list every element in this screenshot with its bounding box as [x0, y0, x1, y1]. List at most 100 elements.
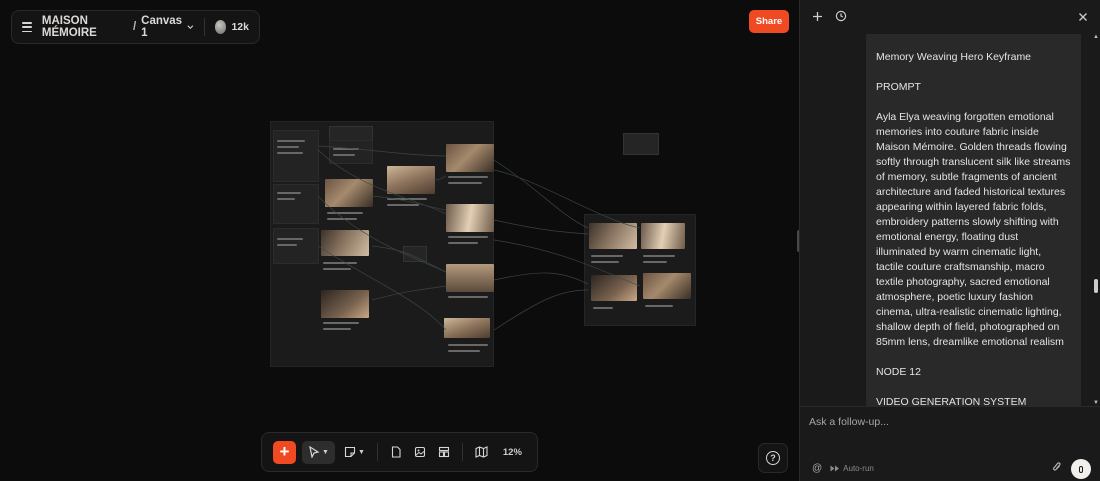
- image-node[interactable]: [321, 290, 369, 318]
- help-icon: ?: [766, 451, 780, 465]
- avatar[interactable]: [214, 20, 227, 34]
- image-node[interactable]: [643, 273, 691, 299]
- text-line: [323, 322, 359, 324]
- text-line: [277, 152, 303, 154]
- chevron-down-icon: ▼: [357, 448, 365, 456]
- divider: [461, 443, 463, 461]
- composer: @ Auto-run: [800, 406, 1100, 481]
- text-line: [448, 236, 488, 238]
- image-node[interactable]: [589, 223, 637, 249]
- video-node[interactable]: [403, 246, 427, 262]
- panel-header: [800, 0, 1100, 34]
- map-button[interactable]: [472, 441, 491, 464]
- text-line: [323, 268, 351, 270]
- text-line: [448, 344, 488, 346]
- text-line: [277, 192, 301, 194]
- text-line: [277, 198, 295, 200]
- text-line: [323, 262, 357, 264]
- image-icon: [414, 446, 425, 458]
- pointer-icon: [309, 446, 320, 458]
- message-section-label: NODE 12: [876, 366, 921, 378]
- divider: [376, 443, 378, 461]
- sticky-note-icon: [344, 446, 355, 458]
- mention-button[interactable]: @: [812, 463, 822, 474]
- text-line: [643, 255, 675, 257]
- autorun-label: Auto-run: [843, 464, 874, 473]
- help-button[interactable]: ?: [758, 443, 788, 473]
- text-line: [277, 238, 303, 240]
- image-node[interactable]: [444, 318, 490, 338]
- text-line: [448, 350, 480, 352]
- text-line: [387, 204, 419, 206]
- image-node[interactable]: [641, 223, 685, 249]
- chevron-down-icon: ▼: [322, 448, 329, 456]
- sticky-note-button[interactable]: ▼: [341, 441, 368, 464]
- scrollbar[interactable]: ▲ ▼: [1093, 34, 1099, 406]
- node-card[interactable]: [329, 140, 373, 164]
- canvas-name: Canvas 1: [141, 15, 183, 39]
- canvas[interactable]: MAISON MÉMOIRE / Canvas 1 12k Share + ▼ …: [0, 0, 799, 481]
- select-tool-button[interactable]: ▼: [302, 440, 335, 464]
- node-group-output[interactable]: [584, 214, 696, 326]
- text-line: [448, 182, 482, 184]
- chevron-down-icon: [187, 25, 194, 30]
- image-node[interactable]: [446, 204, 494, 232]
- node-card[interactable]: [273, 228, 319, 264]
- history-icon[interactable]: [835, 10, 847, 25]
- breadcrumb-separator: /: [132, 21, 137, 33]
- message-section-label: VIDEO GENERATION SYSTEM: [876, 396, 1027, 406]
- document-icon: [391, 446, 401, 458]
- autorun-toggle[interactable]: Auto-run: [830, 464, 874, 473]
- message-prompt-text: Ayla Elya weaving forgotten emotional me…: [876, 111, 1074, 348]
- text-line: [591, 261, 619, 263]
- app: MAISON MÉMOIRE / Canvas 1 12k Share + ▼ …: [0, 0, 1100, 481]
- canvas-selector[interactable]: Canvas 1: [141, 15, 194, 39]
- text-line: [333, 148, 359, 150]
- node-card[interactable]: [273, 184, 319, 224]
- text-line: [327, 212, 363, 214]
- node-card[interactable]: [273, 130, 319, 182]
- text-line: [448, 296, 488, 298]
- add-node-button[interactable]: +: [273, 440, 296, 464]
- image-node[interactable]: [325, 179, 373, 207]
- layout-button[interactable]: [435, 441, 453, 464]
- credits-count: 12k: [231, 21, 249, 33]
- scrollbar-thumb[interactable]: [1094, 279, 1098, 293]
- image-node[interactable]: [446, 144, 494, 172]
- scroll-up-icon[interactable]: ▲: [1093, 34, 1099, 40]
- map-icon: [475, 446, 488, 458]
- image-node[interactable]: [387, 166, 435, 194]
- hamburger-icon[interactable]: [22, 22, 32, 32]
- plus-icon[interactable]: [812, 10, 823, 25]
- text-line: [277, 244, 297, 246]
- image-button[interactable]: [411, 441, 429, 464]
- text-line: [277, 140, 305, 142]
- composer-options: @ Auto-run: [812, 463, 874, 474]
- text-line: [593, 307, 613, 309]
- node-group-main[interactable]: [270, 121, 494, 367]
- text-line: [448, 242, 478, 244]
- text-node[interactable]: [623, 133, 659, 155]
- text-line: [327, 218, 357, 220]
- paperclip-icon[interactable]: [1052, 461, 1062, 476]
- project-name[interactable]: MAISON MÉMOIRE: [42, 15, 128, 39]
- image-node[interactable]: [591, 275, 637, 301]
- image-node[interactable]: [446, 264, 494, 292]
- bottom-toolbar: + ▼ ▼ 12%: [261, 432, 538, 472]
- message-list[interactable]: Memory Weaving Hero Keyframe PROMPT Ayla…: [800, 34, 1100, 406]
- share-button[interactable]: Share: [749, 10, 789, 33]
- zoom-level[interactable]: 12%: [503, 447, 522, 458]
- text-line: [448, 176, 488, 178]
- text-line: [645, 305, 673, 307]
- microphone-icon[interactable]: [1071, 459, 1091, 479]
- divider: [204, 18, 205, 36]
- follow-up-input[interactable]: [809, 413, 1079, 431]
- text-line: [643, 261, 667, 263]
- close-icon[interactable]: [1078, 10, 1088, 25]
- chat-panel: Memory Weaving Hero Keyframe PROMPT Ayla…: [799, 0, 1100, 481]
- layout-icon: [438, 446, 449, 458]
- image-node[interactable]: [321, 230, 369, 256]
- document-button[interactable]: [387, 441, 405, 464]
- message-bubble: Memory Weaving Hero Keyframe PROMPT Ayla…: [866, 34, 1081, 406]
- message-title: Memory Weaving Hero Keyframe: [876, 51, 1032, 63]
